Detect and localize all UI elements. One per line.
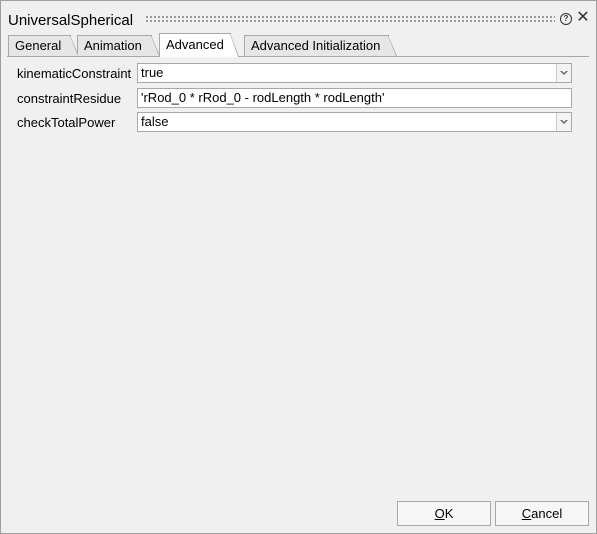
- dialog-title: UniversalSpherical: [8, 12, 134, 29]
- cancel-label-rest: ancel: [531, 506, 563, 521]
- combo-value: false: [141, 114, 169, 129]
- check-total-power-combo[interactable]: false: [137, 112, 572, 132]
- ok-mnemonic: O: [434, 506, 445, 521]
- close-icon[interactable]: ✕: [576, 10, 590, 26]
- param-row-kinematic-constraint: kinematicConstraint true: [7, 63, 589, 85]
- tab-label: General: [15, 38, 62, 53]
- cancel-mnemonic: C: [521, 506, 532, 521]
- advanced-panel: kinematicConstraint true constraintResid…: [7, 57, 589, 487]
- chevron-down-icon[interactable]: [556, 64, 571, 82]
- dialog-window: UniversalSpherical ? ✕ General Animation…: [0, 0, 597, 534]
- title-bar[interactable]: UniversalSpherical ? ✕: [1, 1, 596, 31]
- param-row-check-total-power: checkTotalPower false: [7, 112, 589, 134]
- tab-label: Advanced: [166, 37, 224, 52]
- chevron-down-icon[interactable]: [556, 113, 571, 131]
- tab-label: Advanced Initialization: [251, 38, 381, 53]
- param-label: checkTotalPower: [17, 115, 116, 130]
- drag-grip[interactable]: [145, 15, 555, 23]
- combo-value: true: [141, 65, 164, 80]
- tab-advanced-initialization[interactable]: Advanced Initialization: [244, 35, 397, 56]
- ok-label-rest: K: [444, 506, 454, 521]
- help-icon[interactable]: ?: [560, 13, 572, 25]
- tab-general[interactable]: General: [8, 35, 79, 56]
- cancel-button[interactable]: Cancel: [495, 501, 589, 526]
- tab-bar: General Animation Advanced Advanced Init…: [7, 33, 595, 57]
- constraint-residue-field[interactable]: 'rRod_0 * rRod_0 - rodLength * rodLength…: [137, 88, 572, 108]
- param-row-constraint-residue: constraintResidue 'rRod_0 * rRod_0 - rod…: [7, 88, 589, 110]
- tab-animation[interactable]: Animation: [77, 35, 160, 56]
- ok-button[interactable]: OK: [397, 501, 491, 526]
- param-label: kinematicConstraint: [17, 66, 132, 81]
- kinematic-constraint-combo[interactable]: true: [137, 63, 572, 83]
- field-value: 'rRod_0 * rRod_0 - rodLength * rodLength…: [141, 90, 385, 105]
- param-label: constraintResidue: [17, 91, 122, 106]
- tab-label: Animation: [84, 38, 142, 53]
- tab-advanced[interactable]: Advanced: [159, 33, 239, 57]
